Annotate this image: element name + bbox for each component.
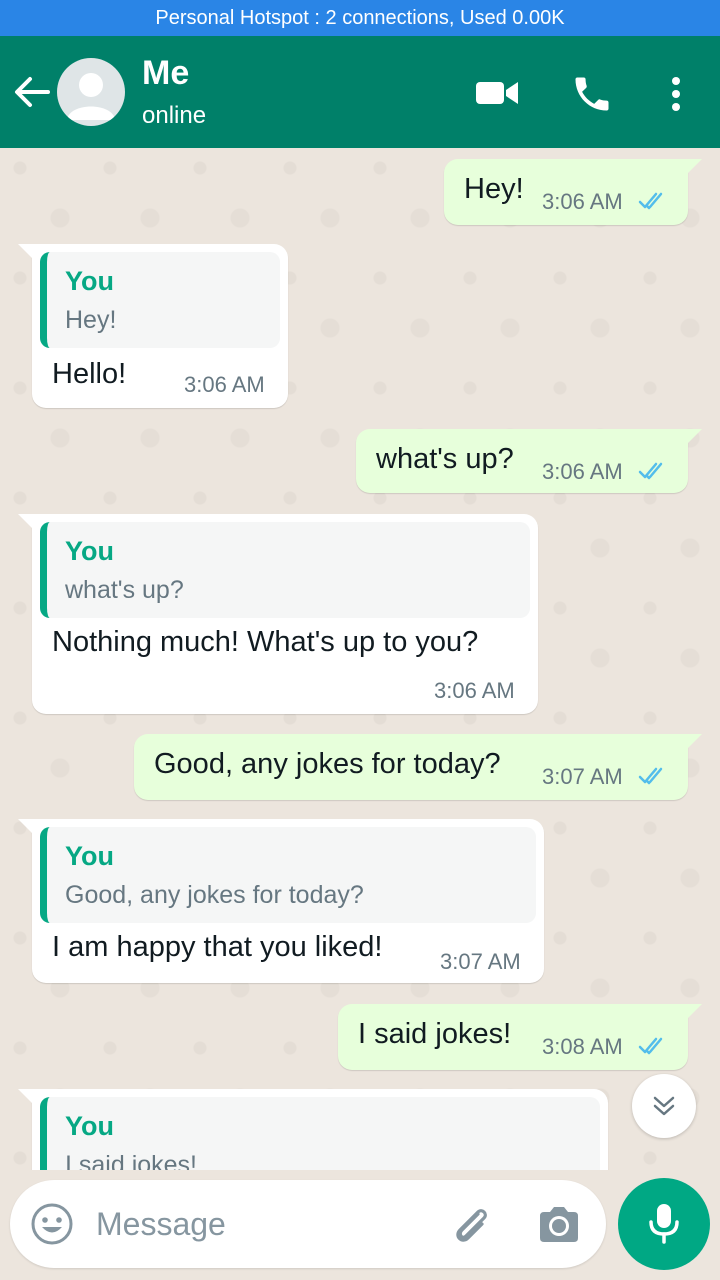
- contact-name[interactable]: Me: [142, 54, 189, 93]
- attachment-icon[interactable]: [448, 1202, 496, 1250]
- emoji-icon[interactable]: [30, 1202, 74, 1246]
- quoted-message[interactable]: You I said jokes!: [40, 1097, 600, 1170]
- back-arrow-icon[interactable]: [12, 74, 52, 110]
- outgoing-message[interactable]: what's up? 3:06 AM: [356, 429, 702, 493]
- phone-icon[interactable]: [570, 72, 614, 116]
- message-time: 3:07 AM: [542, 764, 623, 789]
- message-time: 3:06 AM: [542, 189, 623, 214]
- message-text: Good, any jokes for today?: [154, 748, 501, 780]
- incoming-message[interactable]: You Good, any jokes for today? I am happ…: [18, 819, 544, 983]
- message-text: Nothing much! What's up to you?: [52, 626, 479, 658]
- message-input[interactable]: [96, 1198, 436, 1250]
- message-text: Hello!: [52, 358, 127, 390]
- avatar-icon: [67, 73, 115, 120]
- message-list[interactable]: Hey! 3:06 AM You Hey! Hello! 3:06 AM wha…: [0, 148, 720, 1170]
- quote-author: You: [65, 536, 114, 566]
- message-time: 3:06 AM: [542, 459, 623, 484]
- avatar[interactable]: [57, 58, 125, 126]
- message-time: 3:07 AM: [440, 949, 521, 974]
- incoming-message[interactable]: You what's up? Nothing much! What's up t…: [18, 514, 538, 714]
- chat-header: Me online: [0, 36, 720, 148]
- message-input-bar: [10, 1180, 606, 1268]
- message-time: 3:06 AM: [434, 678, 515, 703]
- quoted-message[interactable]: You what's up?: [40, 522, 530, 618]
- incoming-message[interactable]: You Hey! Hello! 3:06 AM: [18, 244, 288, 408]
- quoted-message[interactable]: You Good, any jokes for today?: [40, 827, 536, 923]
- chevron-double-down-icon: [653, 1096, 675, 1116]
- quote-text: I said jokes!: [65, 1151, 198, 1170]
- outgoing-message[interactable]: Good, any jokes for today? 3:07 AM: [134, 734, 702, 800]
- double-check-icon: [638, 192, 663, 210]
- message-time: 3:06 AM: [184, 372, 265, 397]
- scroll-to-bottom-button[interactable]: [632, 1074, 696, 1138]
- quote-author: You: [65, 266, 114, 296]
- message-text: I said jokes!: [358, 1018, 512, 1050]
- double-check-icon: [638, 767, 663, 785]
- outgoing-message[interactable]: Hey! 3:06 AM: [444, 159, 702, 225]
- quote-text: what's up?: [65, 576, 184, 604]
- message-text: Hey!: [464, 173, 524, 205]
- composer-bar: [0, 1170, 720, 1280]
- outgoing-message[interactable]: I said jokes! 3:08 AM: [338, 1004, 702, 1070]
- mic-button[interactable]: [618, 1178, 710, 1270]
- hotspot-status-bar[interactable]: Personal Hotspot : 2 connections, Used 0…: [0, 0, 720, 36]
- message-text: I am happy that you liked!: [52, 931, 383, 963]
- camera-icon[interactable]: [536, 1204, 582, 1246]
- mic-icon: [649, 1204, 679, 1244]
- quote-text: Good, any jokes for today?: [65, 881, 364, 909]
- quote-author: You: [65, 841, 114, 871]
- double-check-icon: [638, 1037, 663, 1055]
- video-call-icon[interactable]: [474, 76, 520, 110]
- message-time: 3:08 AM: [542, 1034, 623, 1059]
- contact-status: online: [142, 102, 207, 129]
- quoted-message[interactable]: You Hey!: [40, 252, 280, 348]
- double-check-icon: [638, 462, 663, 480]
- more-vert-icon[interactable]: [662, 72, 690, 116]
- quote-text: Hey!: [65, 306, 117, 334]
- hotspot-text: Personal Hotspot : 2 connections, Used 0…: [155, 6, 565, 29]
- incoming-message[interactable]: You I said jokes!: [18, 1089, 608, 1170]
- quote-author: You: [65, 1111, 114, 1141]
- message-text: what's up?: [376, 443, 514, 475]
